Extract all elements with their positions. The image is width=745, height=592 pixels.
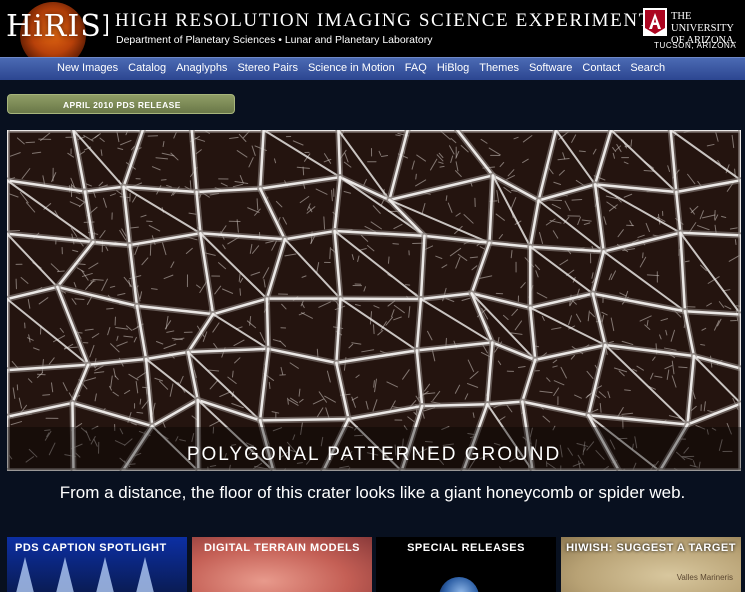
feature-caption: From a distance, the floor of this crate… [59, 483, 686, 502]
tile-label: DIGITAL TERRAIN MODELS [203, 542, 361, 554]
site-title: HIGH RESOLUTION IMAGING SCIENCE EXPERIME… [115, 10, 652, 31]
university-logo[interactable]: THE UNIVERSITY OF ARIZONA. TUCSON, ARIZO… [640, 8, 740, 52]
tile-digital-terrain-models[interactable]: DIGITAL TERRAIN MODELS [192, 537, 372, 592]
university-city: TUCSON, ARIZONA [654, 41, 737, 50]
site-header: HiRISE HIGH RESOLUTION IMAGING SCIENCE E… [0, 0, 745, 57]
nav-list: New Images Catalog Anaglyphs Stereo Pairs Sc… [52, 62, 670, 74]
tile-label: HIWISH: SUGGEST A TARGET [566, 542, 736, 554]
nav-item-software[interactable]: Software [529, 62, 572, 74]
hirise-logo[interactable]: HiRISE [0, 0, 108, 57]
polygonal-ground-image [7, 130, 741, 471]
arizona-a-icon [643, 8, 667, 36]
nav-item-search[interactable]: Search [630, 62, 665, 74]
tile-label: PDS CAPTION SPOTLIGHT [15, 542, 167, 554]
spotlight-icon [15, 557, 35, 592]
main-nav: New Images Catalog Anaglyphs Stereo Pairs Sc… [0, 57, 745, 80]
earth-icon [439, 577, 479, 592]
nav-item-themes[interactable]: Themes [479, 62, 519, 74]
site-subtitle: Department of Planetary Sciences • Lunar… [116, 34, 433, 46]
nav-item-stereo-pairs[interactable]: Stereo Pairs [237, 62, 298, 74]
release-banner[interactable]: APRIL 2010 PDS RELEASE [7, 94, 235, 114]
feature-image[interactable]: POLYGONAL PATTERNED GROUND [7, 130, 741, 471]
tile-special-releases[interactable]: SPECIAL RELEASES [376, 537, 556, 592]
nav-item-science-in-motion[interactable]: Science in Motion [308, 62, 395, 74]
map-label: Valles Marineris [676, 573, 733, 582]
nav-item-faq[interactable]: FAQ [405, 62, 427, 74]
tile-pds-caption-spotlight[interactable]: PDS CAPTION SPOTLIGHT [7, 537, 187, 592]
spotlight-icon [95, 557, 115, 592]
nav-item-contact[interactable]: Contact [582, 62, 620, 74]
nav-item-hiblog[interactable]: HiBlog [437, 62, 469, 74]
tile-hiwish[interactable]: HIWISH: SUGGEST A TARGET Valles Marineri… [561, 537, 741, 592]
nav-item-anaglyphs[interactable]: Anaglyphs [176, 62, 227, 74]
logo-text: HiRISE [6, 9, 108, 44]
feature-title: POLYGONAL PATTERNED GROUND [186, 444, 562, 465]
nav-item-new-images[interactable]: New Images [57, 62, 118, 74]
spotlight-icon [55, 557, 75, 592]
nav-item-catalog[interactable]: Catalog [128, 62, 166, 74]
tile-label: SPECIAL RELEASES [407, 542, 525, 554]
spotlight-icon [135, 557, 155, 592]
release-label: APRIL 2010 PDS RELEASE [63, 100, 181, 110]
